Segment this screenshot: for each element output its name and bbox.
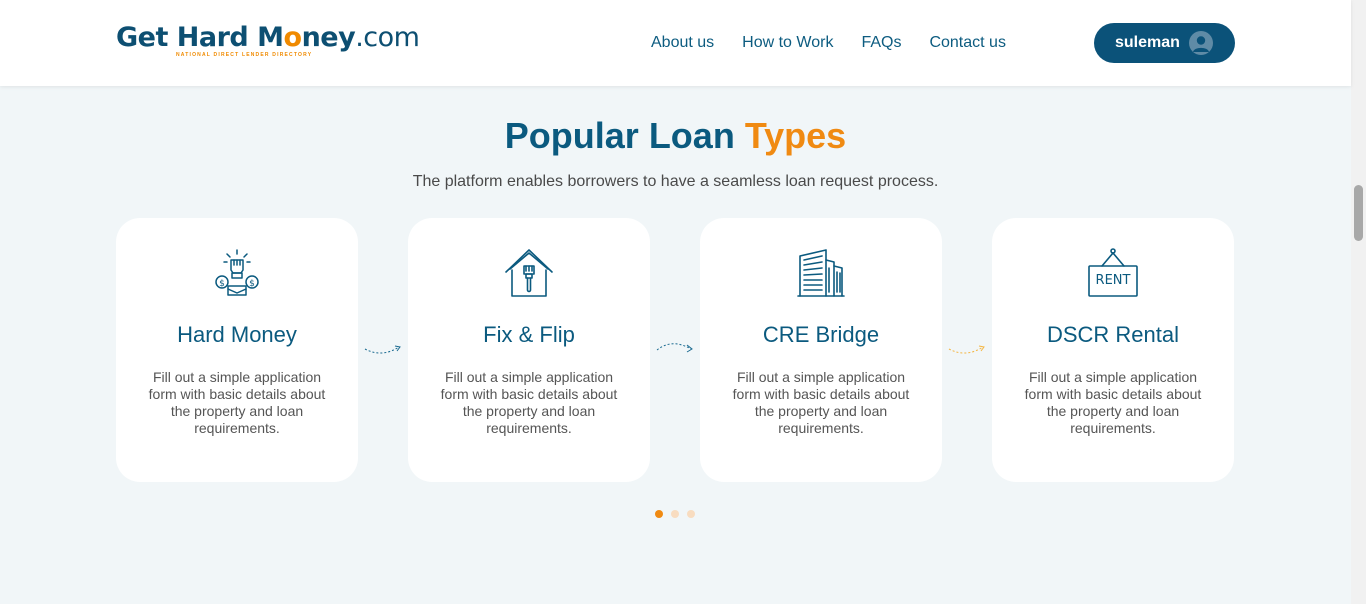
main-nav: About us How to Work FAQs Contact us bbox=[651, 33, 1006, 53]
card-title: Hard Money bbox=[177, 322, 297, 347]
nav-how-to-work[interactable]: How to Work bbox=[742, 33, 833, 53]
card-description: Fill out a simple application form with … bbox=[732, 369, 910, 436]
user-menu-button[interactable]: suleman bbox=[1094, 23, 1235, 63]
loan-card-dscr-rental[interactable]: RENT DSCR Rental Fill out a simple appli… bbox=[992, 218, 1234, 482]
nav-contact-us[interactable]: Contact us bbox=[929, 33, 1005, 53]
building-icon bbox=[796, 248, 846, 298]
loan-card-fix-flip[interactable]: Fix & Flip Fill out a simple application… bbox=[408, 218, 650, 482]
user-name: suleman bbox=[1115, 34, 1180, 51]
user-avatar-icon bbox=[1189, 31, 1213, 55]
carousel-dot-3[interactable] bbox=[687, 510, 695, 518]
card-description: Fill out a simple application form with … bbox=[148, 369, 326, 436]
scrollbar-thumb[interactable] bbox=[1354, 185, 1363, 241]
logo-wordmark: Get Hard Money.com bbox=[116, 22, 420, 53]
loan-card-hard-money[interactable]: $ $ Hard Money Fill out a simple applica… bbox=[116, 218, 358, 482]
card-title: Fix & Flip bbox=[483, 322, 575, 347]
dashed-arrow-icon bbox=[656, 343, 693, 353]
svg-text:$: $ bbox=[249, 279, 255, 289]
site-header: Get Hard Money.com NATIONAL DIRECT LENDE… bbox=[0, 0, 1351, 86]
card-description: Fill out a simple application form with … bbox=[1024, 369, 1202, 436]
section-title: Popular Loan Types bbox=[504, 115, 847, 156]
svg-text:$: $ bbox=[219, 279, 225, 289]
nav-about-us[interactable]: About us bbox=[651, 33, 714, 53]
house-brush-icon bbox=[504, 248, 554, 298]
carousel-dot-2[interactable] bbox=[671, 510, 679, 518]
money-hands-icon: $ $ bbox=[212, 248, 262, 298]
dashed-arrow-icon bbox=[364, 345, 401, 354]
page-scrollbar[interactable] bbox=[1351, 0, 1366, 604]
section-subtitle: The platform enables borrowers to have a… bbox=[412, 173, 939, 190]
nav-faqs[interactable]: FAQs bbox=[861, 33, 901, 53]
rent-sign-icon: RENT bbox=[1088, 248, 1138, 298]
card-description: Fill out a simple application form with … bbox=[440, 369, 618, 436]
rent-sign-text: RENT bbox=[1095, 273, 1131, 288]
carousel-pagination bbox=[655, 510, 695, 518]
carousel-dot-1[interactable] bbox=[655, 510, 663, 518]
card-title: CRE Bridge bbox=[762, 322, 880, 347]
loan-card-cre-bridge[interactable]: CRE Bridge Fill out a simple application… bbox=[700, 218, 942, 482]
dashed-arrow-icon bbox=[948, 345, 985, 354]
card-title: DSCR Rental bbox=[1046, 322, 1180, 347]
site-logo[interactable]: Get Hard Money.com NATIONAL DIRECT LENDE… bbox=[116, 20, 420, 60]
logo-tagline: NATIONAL DIRECT LENDER DIRECTORY bbox=[176, 52, 313, 58]
